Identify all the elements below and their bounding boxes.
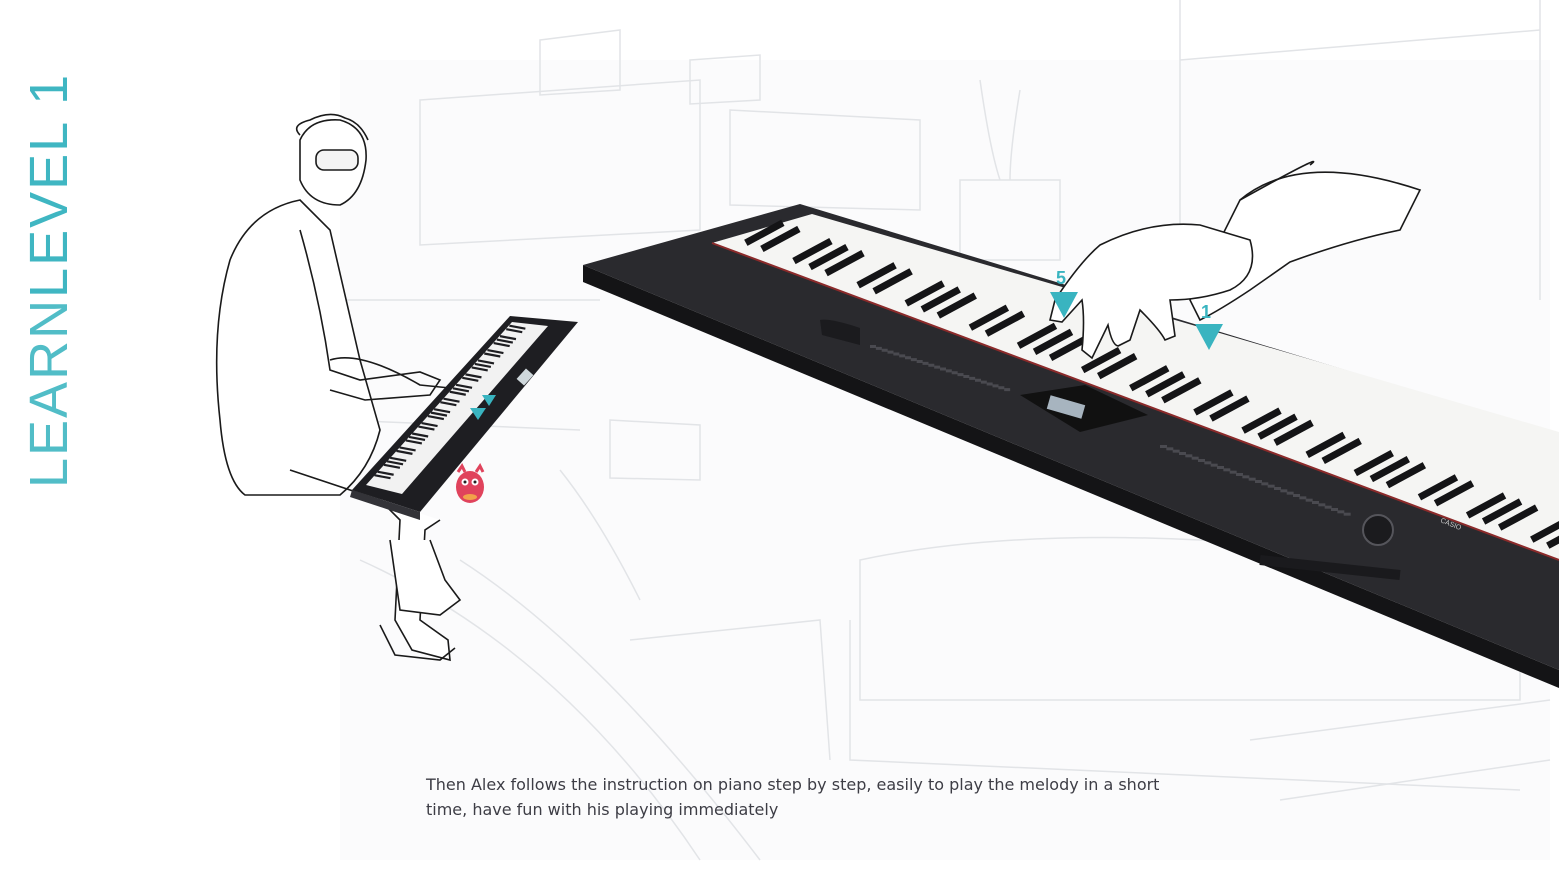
panel-button — [1198, 459, 1205, 462]
panel-button — [1229, 470, 1237, 474]
panel-button — [1210, 463, 1218, 467]
panel-button — [934, 365, 941, 369]
panel-button — [963, 375, 970, 378]
panel-button — [940, 367, 946, 371]
panel-button — [1343, 512, 1351, 516]
panel-button — [1293, 494, 1300, 497]
panel-button — [945, 369, 952, 373]
panel-button — [957, 373, 964, 377]
panel-button — [1191, 456, 1199, 460]
panel-button — [1305, 498, 1313, 502]
panel-button — [1160, 445, 1167, 448]
panel-button — [1274, 487, 1281, 490]
panel-button — [1248, 477, 1256, 481]
panel-button — [875, 346, 882, 350]
panel-button — [992, 384, 999, 388]
panel-button — [1217, 466, 1224, 469]
scene: CASIO 5 1 LEARNLEVEL 1 Then Alex follows… — [0, 0, 1559, 877]
panel-button — [1236, 473, 1243, 476]
panel-button — [1223, 468, 1231, 472]
illustration: CASIO 5 1 — [215, 0, 1559, 861]
panel-button — [905, 356, 911, 360]
heading-main: LEVEL 1 — [19, 72, 79, 298]
panel-button — [1185, 454, 1193, 458]
panel-button — [986, 382, 993, 386]
panel-button — [980, 380, 987, 384]
panel-button — [1166, 447, 1174, 451]
panel-button — [893, 352, 900, 356]
panel-button — [1267, 484, 1275, 488]
panel-button — [1280, 489, 1288, 493]
panel-button — [1172, 449, 1180, 453]
panel-button — [1337, 510, 1345, 514]
panel-button — [881, 348, 888, 352]
panel-button — [975, 378, 981, 382]
level-heading: LEARNLEVEL 1 — [19, 72, 79, 488]
panel-button — [1255, 480, 1262, 483]
panel-button — [916, 360, 923, 363]
panel-button — [1179, 452, 1186, 455]
heading-prefix: LEARN — [19, 297, 79, 488]
panel-button — [1261, 482, 1269, 486]
panel-button — [922, 361, 929, 365]
panel-button — [998, 386, 1005, 390]
panel-button — [1299, 496, 1307, 500]
panel-button — [1312, 501, 1319, 504]
panel-button — [928, 363, 935, 367]
panel-button — [1331, 508, 1338, 511]
panel-button — [910, 358, 917, 362]
panel-button — [969, 376, 976, 380]
panel-button — [1286, 491, 1294, 495]
panel-button — [1204, 461, 1212, 465]
finger-number-1: 1 — [1201, 302, 1211, 322]
panel-button — [1242, 475, 1250, 479]
finger-number-5: 5 — [1056, 268, 1066, 288]
panel-button — [887, 350, 894, 354]
panel-button — [1318, 503, 1326, 507]
panel-button — [1004, 388, 1011, 392]
story-caption: Then Alex follows the instruction on pia… — [426, 775, 1160, 819]
panel-button — [951, 371, 958, 375]
panel-button — [899, 354, 906, 358]
panel-button — [1324, 505, 1332, 509]
panel-button — [870, 345, 876, 348]
